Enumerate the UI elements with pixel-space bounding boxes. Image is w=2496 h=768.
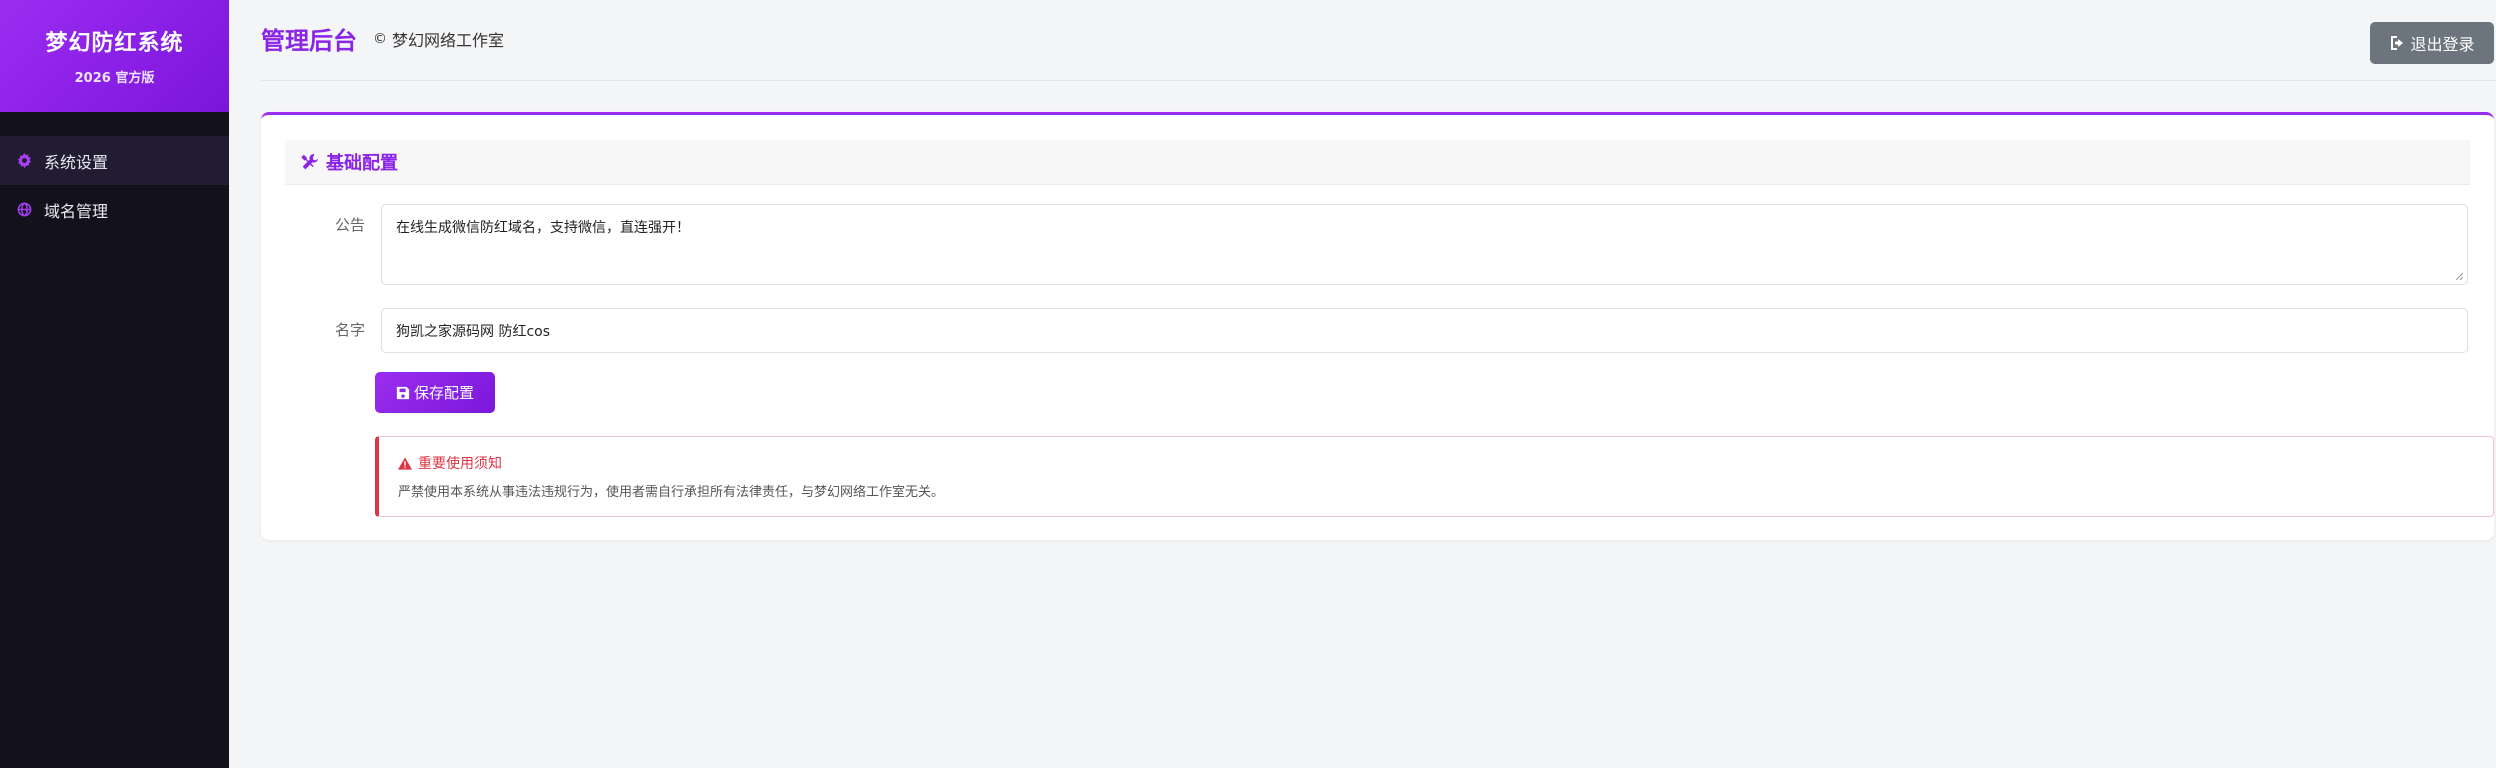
studio-name: 梦幻网络工作室 (392, 30, 505, 50)
globe-icon (16, 202, 32, 218)
brand-subtitle: 2026 官方版 (74, 71, 155, 86)
card-title: 基础配置 (326, 153, 398, 174)
name-value: 狗凯之家源码网 防红cos (396, 323, 551, 340)
warning-icon (398, 456, 412, 470)
page-title: 管理后台 (261, 27, 357, 55)
sidebar-item-label: 域名管理 (44, 201, 109, 221)
notice-textarea[interactable]: 在线生成微信防红域名，支持微信，直连强开！ (381, 204, 2468, 285)
notice-value: 在线生成微信防红域名，支持微信，直连强开！ (396, 220, 690, 236)
brand-title: 梦幻防红系统 (45, 31, 184, 56)
main-content: 管理后台 © 梦幻网络工作室 退出登录 基础配置 公告 在线生成微信防红域名，支… (229, 0, 2496, 768)
page-title-group: 管理后台 © 梦幻网络工作室 (261, 0, 504, 81)
notice-alert: 重要使用须知 严禁使用本系统从事违法违规行为，使用者需自行承担所有法律责任，与梦… (375, 436, 2494, 517)
sidebar-nav: 系统设置 域名管理 (0, 136, 229, 234)
sidebar-item-label: 系统设置 (44, 152, 109, 172)
resize-grip-icon[interactable] (2455, 272, 2463, 280)
name-label: 名字 (334, 321, 365, 339)
sign-out-icon (2389, 35, 2405, 51)
save-label: 保存配置 (413, 384, 474, 402)
sidebar-item-system-settings[interactable]: 系统设置 (0, 136, 229, 185)
copyright-symbol: © (373, 30, 387, 47)
save-config-button[interactable]: 保存配置 (375, 372, 495, 413)
gear-icon (16, 153, 32, 169)
top-bar (261, 0, 2496, 81)
brand-header: 梦幻防红系统 2026 官方版 (0, 0, 229, 112)
alert-body: 严禁使用本系统从事违法违规行为，使用者需自行承担所有法律责任，与梦幻网络工作室无… (398, 485, 945, 500)
sidebar-item-domain-management[interactable]: 域名管理 (0, 185, 229, 234)
save-icon (396, 386, 410, 400)
logout-label: 退出登录 (2410, 35, 2475, 54)
alert-title-row: 重要使用须知 (398, 453, 502, 473)
name-input[interactable]: 狗凯之家源码网 防红cos (381, 308, 2468, 353)
config-card: 基础配置 公告 在线生成微信防红域名，支持微信，直连强开！ 名字 狗凯之家源码网… (261, 112, 2494, 540)
logout-button[interactable]: 退出登录 (2370, 22, 2494, 64)
tools-icon (301, 153, 319, 171)
sidebar: 梦幻防红系统 2026 官方版 系统设置 域名管理 (0, 0, 229, 768)
studio-credit: © 梦幻网络工作室 (373, 27, 504, 51)
card-header: 基础配置 (285, 140, 2470, 185)
alert-title: 重要使用须知 (418, 456, 502, 472)
notice-label: 公告 (334, 216, 365, 234)
